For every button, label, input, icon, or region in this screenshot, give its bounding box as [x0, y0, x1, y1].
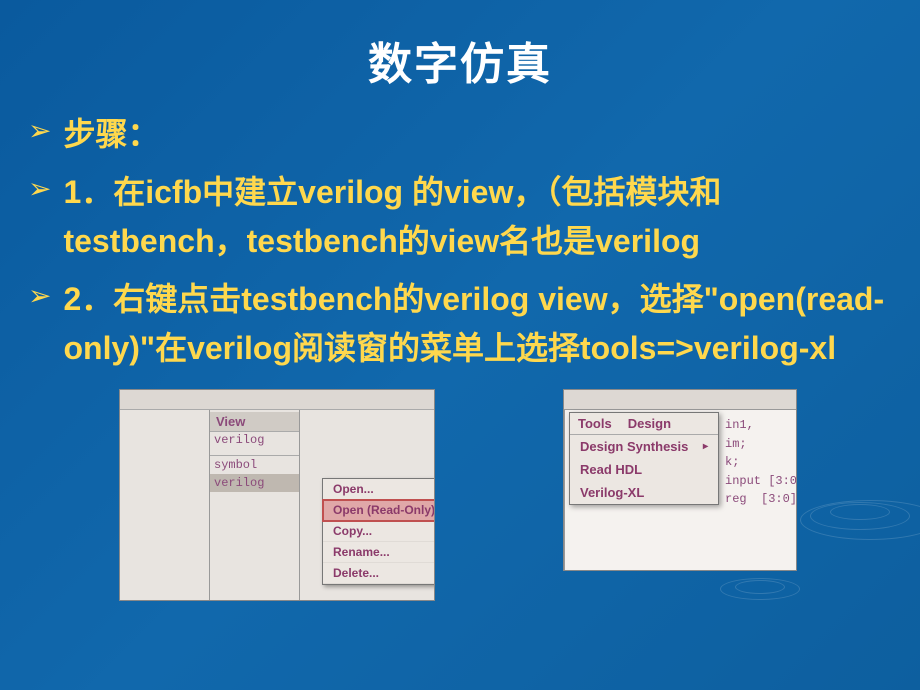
arrow-icon: ➢: [28, 279, 51, 312]
bullet-text-2: 2．右键点击testbench的verilog view，选择"open(rea…: [63, 275, 892, 374]
bullet-text-0: 步骤：: [63, 110, 159, 160]
list-item[interactable]: verilog: [210, 474, 299, 492]
menu-item-delete[interactable]: Delete...: [323, 563, 434, 584]
bullet-row-1: ➢ 1．在icfb中建立verilog 的view，（包括模块和testbenc…: [28, 168, 892, 267]
arrow-icon: ➢: [28, 172, 51, 205]
menu-design[interactable]: Design: [620, 413, 679, 434]
menu-tools[interactable]: Tools: [570, 413, 620, 434]
toolbar: [120, 390, 434, 410]
view-input[interactable]: verilog: [210, 432, 299, 448]
screenshot-library-manager: View verilog symbol verilog Open... Open…: [120, 390, 434, 600]
screenshot-row: View verilog symbol verilog Open... Open…: [0, 390, 920, 600]
menu-item-verilog-xl[interactable]: Verilog-XL: [570, 481, 718, 504]
menu-item-copy[interactable]: Copy...: [323, 521, 434, 542]
view-column-header: View: [210, 412, 299, 432]
slide-title: 数字仿真: [0, 0, 920, 110]
menu-item-open-readonly[interactable]: Open (Read-Only): [323, 500, 434, 521]
slide-content: ➢ 步骤： ➢ 1．在icfb中建立verilog 的view，（包括模块和te…: [0, 110, 920, 374]
editor-main: in1, im; k; input [3:0] in1, i reg [3:0]…: [565, 410, 796, 570]
mid-panel: View verilog symbol verilog: [210, 410, 300, 600]
tools-dropdown: Tools Design Design Synthesis ▸ Read HDL…: [569, 412, 719, 505]
menu-item-design-synthesis[interactable]: Design Synthesis ▸: [570, 435, 718, 458]
list-item[interactable]: symbol: [210, 456, 299, 474]
bullet-row-2: ➢ 2．右键点击testbench的verilog view，选择"open(r…: [28, 275, 892, 374]
left-panel: [120, 410, 210, 600]
chevron-right-icon: ▸: [703, 441, 708, 452]
editor-top: [564, 390, 796, 410]
arrow-icon: ➢: [28, 114, 51, 147]
context-menu: Open... Open (Read-Only) Copy... Rename.…: [322, 478, 434, 585]
menu-item-open[interactable]: Open...: [323, 479, 434, 500]
menu-item-read-hdl[interactable]: Read HDL: [570, 458, 718, 481]
menubar: Tools Design: [570, 413, 718, 435]
bullet-row-0: ➢ 步骤：: [28, 110, 892, 160]
screenshot-verilog-editor: in1, im; k; input [3:0] in1, i reg [3:0]…: [564, 390, 796, 570]
right-panel: Open... Open (Read-Only) Copy... Rename.…: [300, 410, 434, 600]
bullet-text-1: 1．在icfb中建立verilog 的view，（包括模块和testbench，…: [63, 168, 892, 267]
menu-item-rename[interactable]: Rename...: [323, 542, 434, 563]
